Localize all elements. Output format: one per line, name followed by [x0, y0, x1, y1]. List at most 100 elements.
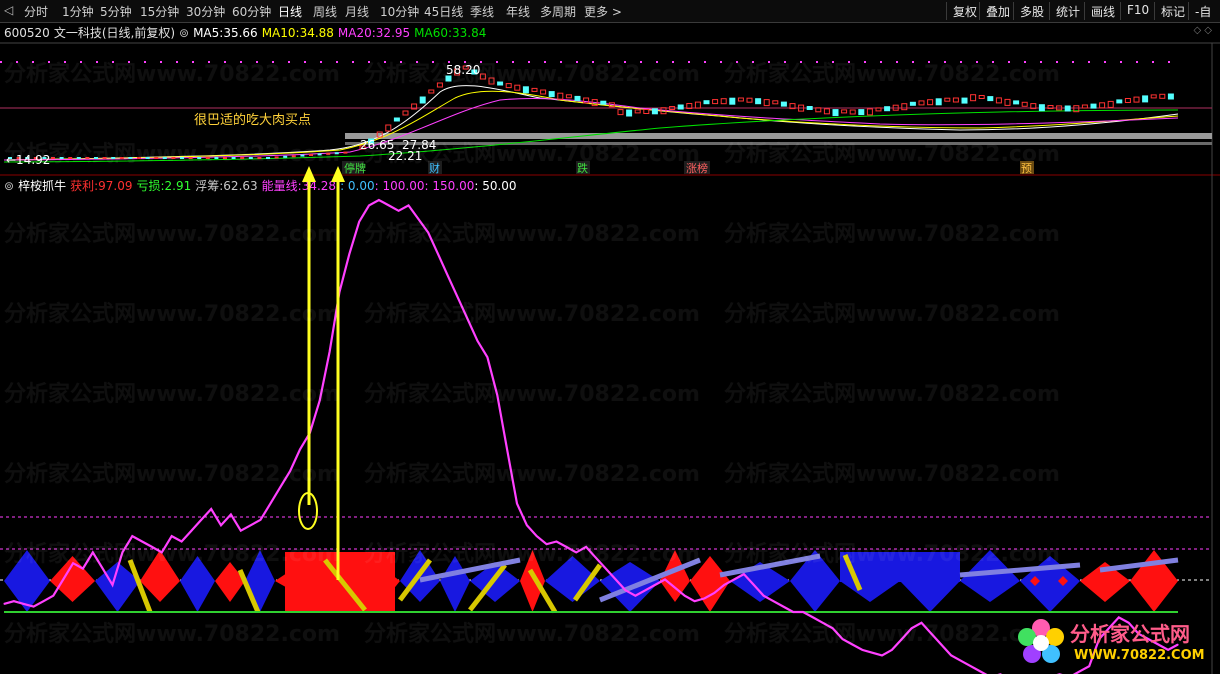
energy-point [319, 400, 321, 402]
energy-point [33, 606, 35, 608]
energy-point [457, 297, 459, 299]
candle [393, 117, 400, 122]
energy-point [427, 231, 429, 234]
candle [274, 156, 279, 159]
event-tag-rise-list[interactable]: 涨榜 [686, 161, 708, 175]
candle [901, 103, 908, 111]
period-tab[interactable]: 日线 [278, 3, 302, 20]
period-tab[interactable]: 更多 > [584, 3, 622, 20]
candle [1116, 99, 1123, 104]
energy-point [526, 524, 528, 526]
energy-point [240, 530, 242, 532]
energy-point [624, 589, 627, 591]
candle [385, 124, 392, 132]
candle [291, 155, 296, 158]
toolbar-button[interactable]: 叠加 [979, 2, 1010, 20]
event-tag-forecast[interactable]: 预 [1021, 162, 1032, 175]
energy-point [802, 611, 804, 613]
energy-point [52, 595, 54, 597]
candle [248, 157, 253, 159]
energy-point [703, 597, 706, 600]
toolbar-button[interactable]: 复权 [946, 2, 977, 20]
candle [548, 91, 555, 98]
candle [1159, 93, 1166, 99]
energy-point [190, 530, 192, 532]
candle [995, 97, 1002, 104]
period-tab[interactable]: 分时 [24, 3, 48, 20]
event-tag-finance[interactable]: 财 [429, 161, 440, 175]
energy-point [901, 638, 903, 640]
candle [505, 83, 512, 89]
candle [479, 73, 486, 80]
candle [231, 157, 236, 159]
energy-point [407, 204, 410, 206]
energy-point [417, 218, 419, 220]
period-tab[interactable]: 月线 [345, 3, 369, 20]
candle [763, 99, 770, 107]
energy-point [743, 573, 745, 575]
toolbar-button[interactable]: 画线 [1084, 2, 1115, 20]
energy-point [911, 627, 913, 629]
candle [137, 157, 141, 159]
toolbar-button[interactable]: F10 [1120, 2, 1149, 20]
candle [1004, 98, 1011, 106]
period-tab[interactable]: 多周期 [540, 3, 576, 20]
candle [737, 97, 744, 102]
energy-series-line [3, 198, 1179, 674]
candle [1107, 100, 1114, 108]
candle [978, 95, 985, 99]
energy-point [200, 519, 202, 521]
energy-point [812, 616, 814, 619]
candle [59, 157, 64, 159]
site-logo: 分析家公式网 WWW.70822.COM [1012, 614, 1212, 670]
period-tab[interactable]: 10分钟 [380, 3, 419, 20]
energy-point [713, 592, 715, 594]
period-tab[interactable]: 季线 [470, 3, 494, 20]
candle [909, 101, 916, 106]
energy-points [3, 199, 1179, 674]
energy-point [398, 210, 400, 212]
period-tab[interactable]: 30分钟 [186, 3, 225, 20]
energy-point [644, 589, 646, 591]
candle [334, 152, 339, 155]
back-arrow-icon[interactable]: ◁ [4, 3, 13, 17]
candle [94, 157, 98, 159]
candle [970, 94, 977, 102]
energy-point [250, 524, 252, 526]
event-tag-drop[interactable]: 跌 [577, 161, 588, 175]
candle [927, 99, 934, 106]
candle [780, 101, 787, 107]
candle [626, 109, 633, 117]
energy-point [141, 540, 143, 543]
energy-point [536, 535, 538, 537]
period-tab[interactable]: 15分钟 [140, 3, 179, 20]
energy-point [92, 551, 94, 554]
candle [1013, 100, 1020, 105]
candle [961, 97, 968, 104]
period-tab[interactable]: 1分钟 [62, 3, 94, 20]
energy-point [763, 595, 765, 597]
energy-point [151, 546, 153, 548]
candle [565, 94, 572, 99]
toolbar-button[interactable]: 统计 [1049, 2, 1080, 20]
toolbar-button[interactable]: 标记 [1154, 2, 1185, 20]
energy-point [358, 221, 360, 223]
candle [257, 157, 262, 159]
energy-point [684, 595, 686, 597]
candle [858, 109, 865, 116]
period-tab[interactable]: 年线 [506, 3, 530, 20]
period-tab[interactable]: 周线 [313, 3, 337, 20]
energy-point [102, 568, 104, 570]
cluster-label-3: 22.21 [388, 149, 422, 163]
period-tab[interactable]: 5分钟 [100, 3, 132, 20]
candle [729, 97, 736, 105]
period-tab[interactable]: 60分钟 [232, 3, 271, 20]
candle [162, 157, 167, 159]
toolbar-button[interactable]: 多股 [1013, 2, 1044, 20]
candle [884, 106, 891, 112]
period-tab[interactable]: 45日线 [424, 3, 463, 20]
toolbar-button[interactable]: -自 [1188, 2, 1211, 20]
event-tag-suspend[interactable]: 停牌 [344, 161, 366, 175]
candle [755, 98, 762, 105]
candle [326, 152, 331, 155]
